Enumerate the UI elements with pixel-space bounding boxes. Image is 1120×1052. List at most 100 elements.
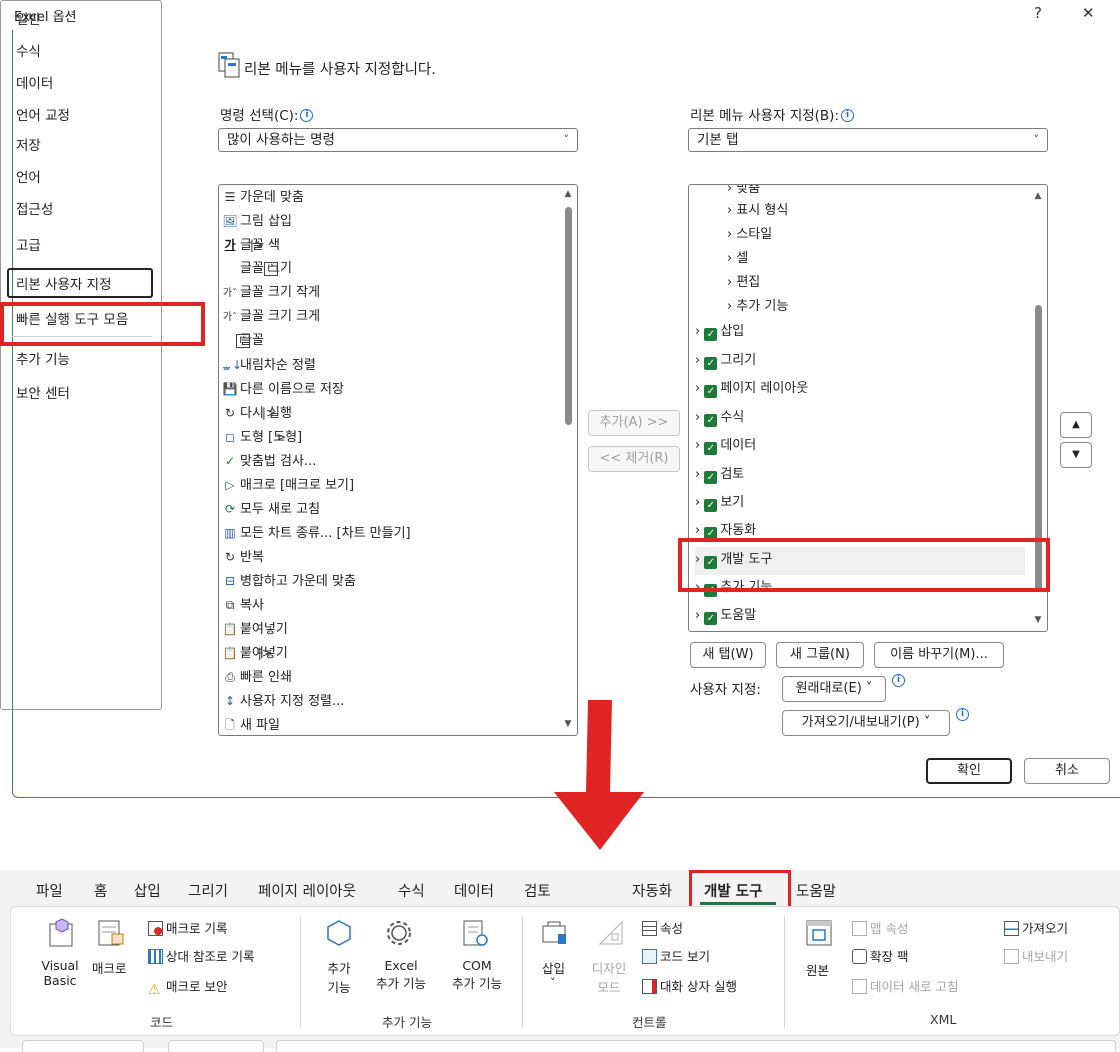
info-icon[interactable]: i [956, 708, 969, 721]
checkbox-checked-icon[interactable]: ✓ [704, 328, 718, 341]
tab-file[interactable]: 파일 [36, 880, 63, 901]
refresh-data-button[interactable]: 데이터 새로 고침 [852, 976, 958, 995]
list-item[interactable]: ☰ 가운데 맞춤 [221, 185, 304, 209]
info-icon[interactable]: i [892, 674, 905, 687]
nav-save[interactable]: 저장 [16, 134, 41, 154]
properties-button[interactable]: 속성 [642, 918, 683, 937]
help-button[interactable]: ? [1034, 4, 1042, 22]
relative-reference-button[interactable]: 상대 참조로 기록 [148, 946, 254, 965]
addins-button[interactable]: 추가 기능 [322, 958, 356, 996]
list-item[interactable]: 📋 붙여넣기 |> [221, 641, 288, 665]
list-item[interactable]: ▥ 모든 차트 종류... [차트 만들기] [221, 521, 410, 545]
tree-tab-item[interactable]: › ✓ 보기 [695, 491, 744, 515]
list-item[interactable]: ✓ 맞춤법 검사... [221, 449, 316, 473]
tabs-select[interactable]: 기본 탭 ˅ [688, 128, 1048, 152]
formula-buttons[interactable] [168, 1040, 264, 1052]
scroll-up-icon[interactable]: ▲ [562, 189, 574, 199]
list-item[interactable]: 💾 다른 이름으로 저장 [221, 377, 344, 401]
reset-button[interactable]: 원래대로(E) ˅ [782, 676, 886, 702]
commands-select[interactable]: 많이 사용하는 명령 ˅ [218, 128, 578, 152]
info-icon[interactable]: i [841, 109, 854, 122]
tree-group-item[interactable]: › 표시 형식 [727, 199, 788, 223]
design-mode-button[interactable]: 디자인 모드 [586, 958, 632, 996]
move-down-button[interactable]: ▼ [1060, 442, 1092, 468]
checkbox-checked-icon[interactable]: ✓ [704, 414, 718, 427]
formula-bar[interactable] [276, 1040, 1116, 1052]
list-item[interactable]: ⎙ 빠른 인쇄 [221, 665, 292, 689]
list-item[interactable]: ⧉ 복사 [221, 593, 264, 617]
tab-formulas[interactable]: 수식 [398, 880, 425, 901]
nav-addins[interactable]: 추가 기능 [16, 348, 70, 368]
xml-export-button[interactable]: 내보내기 [1004, 946, 1068, 965]
list-item[interactable]: 글꼴 I˅ [221, 329, 264, 353]
visual-basic-button[interactable]: Visual Basic [40, 958, 80, 988]
add-button[interactable]: 추가(A) >> [588, 410, 680, 436]
ok-button[interactable]: 확인 [926, 758, 1012, 784]
list-item[interactable]: ↻ 반복 [221, 545, 264, 569]
xml-import-button[interactable]: 가져오기 [1004, 918, 1068, 937]
list-item[interactable]: 🖼 그림 삽입 [221, 209, 292, 233]
list-item[interactable]: ᇂ↓내림차순 정렬 [221, 353, 316, 377]
new-group-button[interactable]: 새 그룹(N) [776, 642, 864, 668]
excel-addins-button[interactable]: Excel 추가 기능 [366, 958, 436, 992]
scroll-down-icon[interactable]: ▼ [1032, 615, 1044, 625]
list-item[interactable]: 글꼴 크기 I˅ [221, 257, 292, 281]
checkbox-checked-icon[interactable]: ✓ [704, 442, 718, 455]
nav-accessibility[interactable]: 접근성 [16, 198, 53, 218]
list-item[interactable]: 가 글꼴 색 |> [221, 233, 280, 257]
insert-control-button[interactable]: 삽입 [542, 958, 565, 977]
commands-scrollbar[interactable]: ▲ ▼ [561, 187, 575, 733]
run-dialog-button[interactable]: 대화 상자 실행 [642, 976, 737, 995]
list-item[interactable]: 🗋 새 파일 [221, 713, 280, 735]
macro-security-button[interactable]: ⚠ 매크로 보안 [148, 976, 227, 998]
checkbox-checked-icon[interactable]: ✓ [704, 385, 718, 398]
tree-group-item[interactable]: › 추가 기능 [727, 295, 788, 319]
map-properties-button[interactable]: 맵 속성 [852, 918, 908, 937]
nav-data[interactable]: 데이터 [16, 72, 53, 92]
checkbox-checked-icon[interactable]: ✓ [704, 471, 718, 484]
close-button[interactable]: ✕ [1082, 4, 1095, 22]
name-box[interactable] [22, 1040, 144, 1052]
tab-help[interactable]: 도움말 [796, 880, 836, 901]
rename-button[interactable]: 이름 바꾸기(M)... [874, 642, 1004, 668]
com-addins-button[interactable]: COM 추가 기능 [444, 958, 510, 992]
record-macro-button[interactable]: 매크로 기록 [148, 918, 227, 937]
nav-formulas[interactable]: 수식 [16, 40, 41, 60]
list-item[interactable]: ↻ 다시 실행 |> [221, 401, 292, 425]
tree-tab-item[interactable]: › ✓ 도움말 [695, 604, 756, 628]
tree-tab-item[interactable]: › ✓ 그리기 [695, 349, 756, 373]
nav-language[interactable]: 언어 [16, 166, 41, 186]
import-export-button[interactable]: 가져오기/내보내기(P) ˅ [782, 710, 950, 736]
tab-insert[interactable]: 삽입 [134, 880, 161, 901]
tree-tab-item[interactable]: › ✓ 페이지 레이아웃 [695, 377, 808, 401]
list-item[interactable]: ◻ 도형 [도형] > [221, 425, 302, 449]
list-item[interactable]: 가ˇ 글꼴 크기 작게 [221, 281, 320, 305]
nav-advanced[interactable]: 고급 [16, 234, 41, 254]
list-item[interactable]: ⊟ 병합하고 가운데 맞춤 [221, 569, 356, 593]
new-tab-button[interactable]: 새 탭(W) [690, 642, 766, 668]
tab-home[interactable]: 홈 [94, 880, 107, 901]
checkbox-checked-icon[interactable]: ✓ [704, 499, 718, 512]
nav-general[interactable]: 일반 [16, 8, 41, 28]
scroll-up-icon[interactable]: ▲ [1032, 191, 1044, 201]
xml-source-button[interactable]: 원본 [806, 960, 829, 979]
scroll-thumb[interactable] [565, 207, 572, 425]
info-icon[interactable]: i [300, 109, 314, 122]
nav-trust-center[interactable]: 보안 센터 [16, 382, 70, 402]
tree-group-item[interactable]: › 편집 [727, 271, 760, 295]
list-item[interactable]: ▷ 매크로 [매크로 보기] [221, 473, 354, 497]
commands-list[interactable]: ☰ 가운데 맞춤 🖼 그림 삽입 가 글꼴 색 |> 글꼴 크기 I˅ 가ˇ 글꼴 크기 작… [218, 184, 578, 736]
macros-button[interactable]: 매크로 [92, 958, 127, 977]
list-item[interactable]: ↕ 사용자 지정 정렬... [221, 689, 344, 713]
tree-tab-item[interactable]: › ✓ 삽입 [695, 320, 744, 344]
list-item[interactable]: ⟳ 모두 새로 고침 [221, 497, 320, 521]
nav-customize-ribbon[interactable]: 리본 사용자 지정 [16, 273, 112, 293]
tree-group-item[interactable]: › 스타일 [727, 223, 772, 247]
remove-button[interactable]: << 제거(R) [588, 446, 680, 472]
cancel-button[interactable]: 취소 [1024, 758, 1110, 784]
nav-proofing[interactable]: 언어 교정 [16, 104, 70, 124]
expansion-packs-button[interactable]: 확장 팩 [852, 946, 908, 965]
move-up-button[interactable]: ▲ [1060, 412, 1092, 438]
tab-page-layout[interactable]: 페이지 레이아웃 [258, 880, 356, 901]
list-item[interactable]: 📋 붙여넣기 [221, 617, 288, 641]
